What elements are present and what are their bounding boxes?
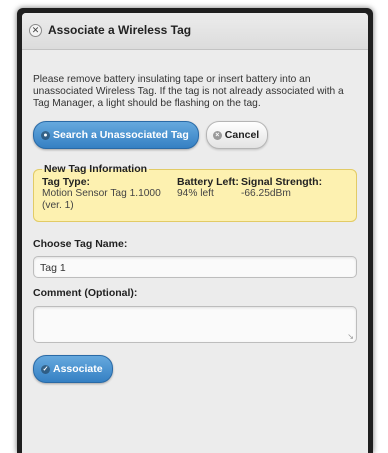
battery-value: 94% left	[177, 188, 214, 199]
cancel-button[interactable]: × Cancel	[205, 121, 269, 149]
comment-textarea[interactable]: ↘	[33, 306, 357, 343]
associate-button-label: Associate	[53, 363, 103, 375]
comment-label: Comment (Optional):	[33, 287, 138, 299]
check-icon: ✓	[41, 364, 50, 374]
signal-column: Signal Strength: -66.25dBm	[241, 176, 331, 212]
search-button-label: Search a Unassociated Tag	[53, 129, 189, 141]
tag-name-label: Choose Tag Name:	[33, 238, 128, 250]
info-legend: New Tag Information	[44, 163, 148, 175]
tag-type-value: Motion Sensor Tag 1.1000 (ver. 1)	[42, 188, 161, 211]
search-icon: ●	[41, 130, 50, 140]
tag-name-input[interactable]: Tag 1	[33, 256, 357, 278]
tag-type-column: Tag Type: Motion Sensor Tag 1.1000 (ver.…	[42, 176, 177, 212]
associate-row: ✓ Associate	[33, 355, 357, 383]
dialog-body: Please remove battery insulating tape or…	[22, 50, 368, 383]
dialog-content: ✕ Associate a Wireless Tag Please remove…	[22, 13, 368, 453]
signal-value: -66.25dBm	[241, 188, 291, 199]
associate-button[interactable]: ✓ Associate	[33, 355, 113, 383]
search-unassociated-tag-button[interactable]: ● Search a Unassociated Tag	[33, 121, 199, 149]
resize-grip-icon[interactable]: ↘	[347, 332, 354, 341]
action-row: ● Search a Unassociated Tag × Cancel	[33, 121, 357, 149]
instructions-text: Please remove battery insulating tape or…	[33, 74, 344, 109]
signal-heading: Signal Strength:	[241, 176, 323, 188]
cancel-button-label: Cancel	[224, 129, 260, 141]
battery-heading: Battery Left:	[177, 176, 239, 188]
close-icon: ×	[212, 130, 222, 140]
dialog-title: Associate a Wireless Tag	[48, 23, 192, 37]
close-icon[interactable]: ✕	[29, 24, 42, 37]
battery-column: Battery Left: 94% left	[177, 176, 241, 212]
new-tag-info-panel: New Tag Information Tag Type: Motion Sen…	[33, 163, 357, 222]
tag-type-heading: Tag Type:	[42, 176, 91, 188]
associate-tag-dialog: ✕ Associate a Wireless Tag Please remove…	[17, 8, 373, 453]
dialog-titlebar: ✕ Associate a Wireless Tag	[22, 13, 368, 50]
info-grid: Tag Type: Motion Sensor Tag 1.1000 (ver.…	[42, 176, 348, 212]
